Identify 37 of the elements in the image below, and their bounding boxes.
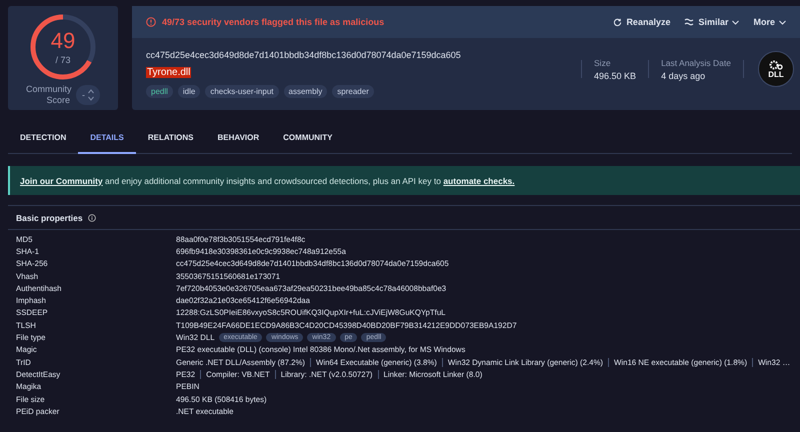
file-hash: cc475d25e4cec3d649d8de7d1401bbdb34df8bc136d0d78074da0e7159dca605	[146, 50, 462, 60]
refresh-icon	[613, 18, 622, 26]
detection-total: / 73	[55, 54, 70, 64]
chevron-down-icon	[732, 20, 740, 24]
nav-tab[interactable]: COMMUNITY	[271, 125, 344, 154]
nav-tab[interactable]: DETAILS	[78, 125, 136, 154]
meta-label: Size	[594, 58, 612, 68]
file-tag[interactable]: pedll	[146, 85, 173, 98]
reanalyze-button[interactable]: Reanalyze	[613, 17, 670, 27]
score-gauge	[30, 14, 96, 80]
detection-count: 49	[50, 30, 76, 52]
alert-text: 49/73 security vendors flagged this file as malicious	[162, 17, 384, 27]
banner-link[interactable]: automate checks.	[443, 176, 515, 186]
banner-link[interactable]: Join our Community	[20, 176, 103, 186]
similar-button[interactable]: Similar	[684, 17, 740, 27]
file-tag[interactable]: spreader	[332, 85, 374, 98]
meta-value: 496.50 KB	[594, 70, 636, 80]
alert-icon	[146, 17, 156, 27]
nav-tab[interactable]: BEHAVIOR	[206, 125, 272, 154]
banner-text: Join our Community and enjoy additional community insights and crowdsourced detections, plus an API key to automate checks.	[20, 176, 515, 186]
section-title: Basic properties	[16, 212, 83, 222]
file-tag[interactable]: checks-user-input	[205, 85, 278, 98]
waves-icon	[684, 18, 694, 26]
up-down-arrows-icon	[88, 89, 94, 102]
community-score-label: Community Score	[26, 84, 70, 106]
file-tag[interactable]: idle	[178, 85, 200, 98]
more-button[interactable]: More	[753, 17, 786, 27]
nav-tab[interactable]: RELATIONS	[136, 125, 206, 154]
file-tag[interactable]: assembly	[284, 85, 328, 98]
vote-control[interactable]: -	[76, 85, 100, 106]
meta-value: 4 days ago	[661, 70, 706, 80]
nav-tab[interactable]: DETECTION	[8, 125, 78, 154]
dll-file-icon: DLL	[758, 51, 794, 87]
file-name: Tyrone.dll	[146, 67, 192, 78]
info-icon	[88, 214, 96, 222]
meta-label: Last Analysis Date	[661, 58, 731, 68]
chevron-down-icon	[779, 20, 786, 24]
